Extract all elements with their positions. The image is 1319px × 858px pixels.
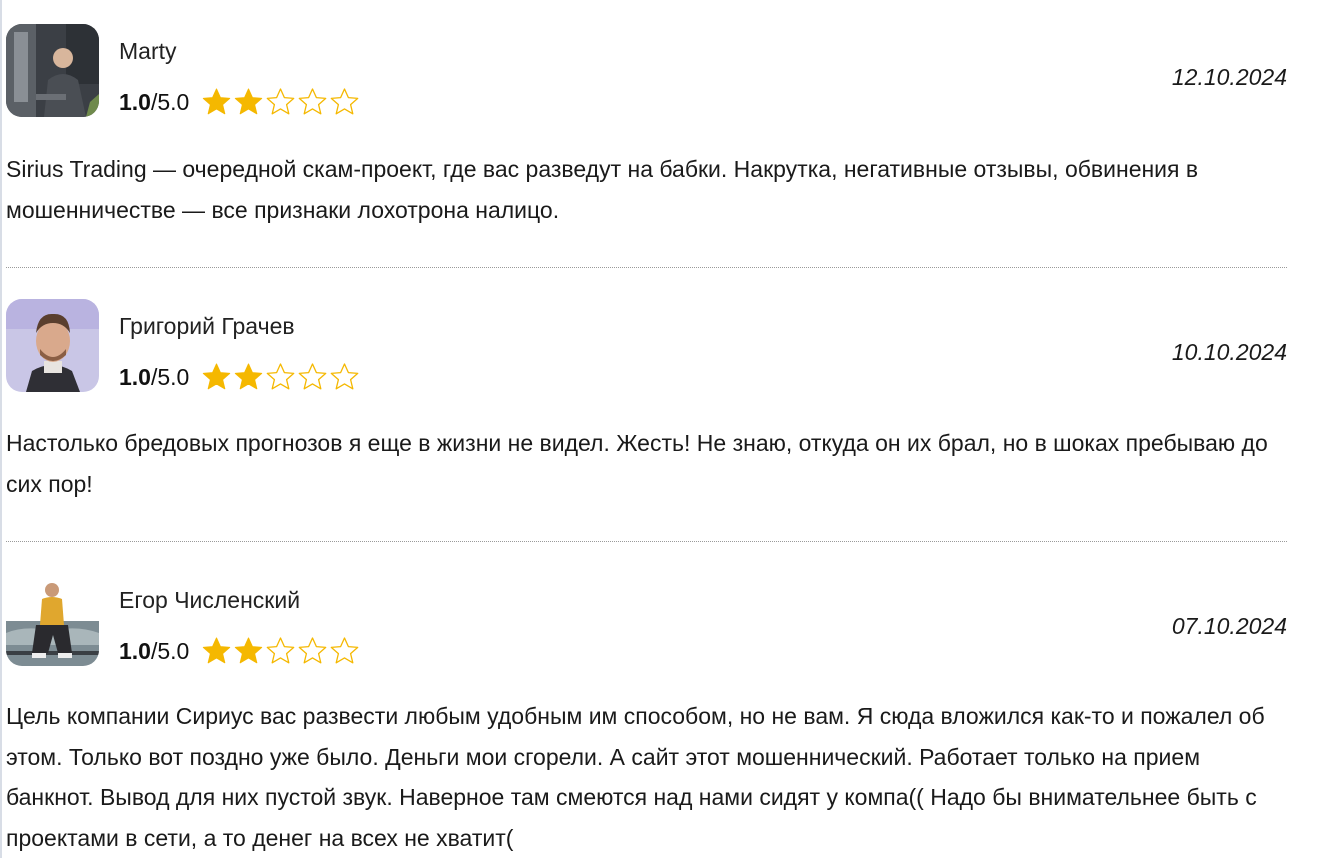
star-outline-icon [267,363,295,390]
star-filled-icon [235,637,263,664]
star-filled-icon [203,637,231,664]
review-date: 07.10.2024 [1171,613,1287,639]
review-text: Sirius Trading — очередной скам-проект, … [6,156,1199,223]
avatar [6,573,99,666]
star-outline-icon [299,637,327,664]
rating-value: 1.0 [119,638,151,664]
rating-max: /5.0 [150,89,190,115]
rating-score: 1.0/5.0 [119,362,189,392]
review-item: Егор Численский 1.0/5.0 07.10.2024 Цель … [6,542,1287,858]
review-date: 10.10.2024 [1171,339,1287,365]
star-filled-icon [203,88,231,115]
author-name: Григорий Грачев [119,313,295,339]
star-filled-icon [203,363,231,390]
star-outline-icon [267,88,295,115]
reviews-list: Marty 1.0/5.0 12.10.2024 Sirius Trading … [6,0,1287,858]
review-item: Григорий Грачев 1.0/5.0 10.10.2024 Насто… [6,268,1287,542]
rating-score: 1.0/5.0 [119,87,189,117]
avatar-photo-icon [6,299,99,392]
star-outline-icon [299,363,327,390]
star-outline-icon [331,363,359,390]
rating-max: /5.0 [150,638,190,664]
review-date: 12.10.2024 [1171,64,1287,90]
star-outline-icon [331,637,359,664]
rating-value: 1.0 [119,364,151,390]
star-rating [201,636,360,666]
rating-max: /5.0 [150,364,190,390]
review-item: Marty 1.0/5.0 12.10.2024 Sirius Trading … [6,0,1287,268]
rating: 1.0/5.0 [119,636,360,666]
avatar [6,299,99,392]
review-text: Цель компании Сириус вас развести любым … [6,703,1265,851]
star-rating [201,87,360,117]
rating: 1.0/5.0 [119,362,360,392]
author-name: Marty [119,38,177,64]
author-name: Егор Численский [119,587,301,613]
review-header: Marty 1.0/5.0 12.10.2024 [6,0,1287,118]
avatar-photo-icon [6,24,99,117]
star-filled-icon [235,88,263,115]
review-header: Григорий Грачев 1.0/5.0 10.10.2024 [6,268,1287,392]
rating-score: 1.0/5.0 [119,636,189,666]
star-outline-icon [267,637,295,664]
review-header: Егор Численский 1.0/5.0 07.10.2024 [6,542,1287,666]
avatar [6,24,99,117]
review-text: Настолько бредовых прогнозов я еще в жиз… [6,430,1268,497]
star-filled-icon [235,363,263,390]
star-rating [201,362,360,392]
star-outline-icon [299,88,327,115]
left-border [0,0,2,858]
rating: 1.0/5.0 [119,87,360,117]
star-outline-icon [331,88,359,115]
rating-value: 1.0 [119,89,151,115]
avatar-photo-icon [6,573,99,666]
